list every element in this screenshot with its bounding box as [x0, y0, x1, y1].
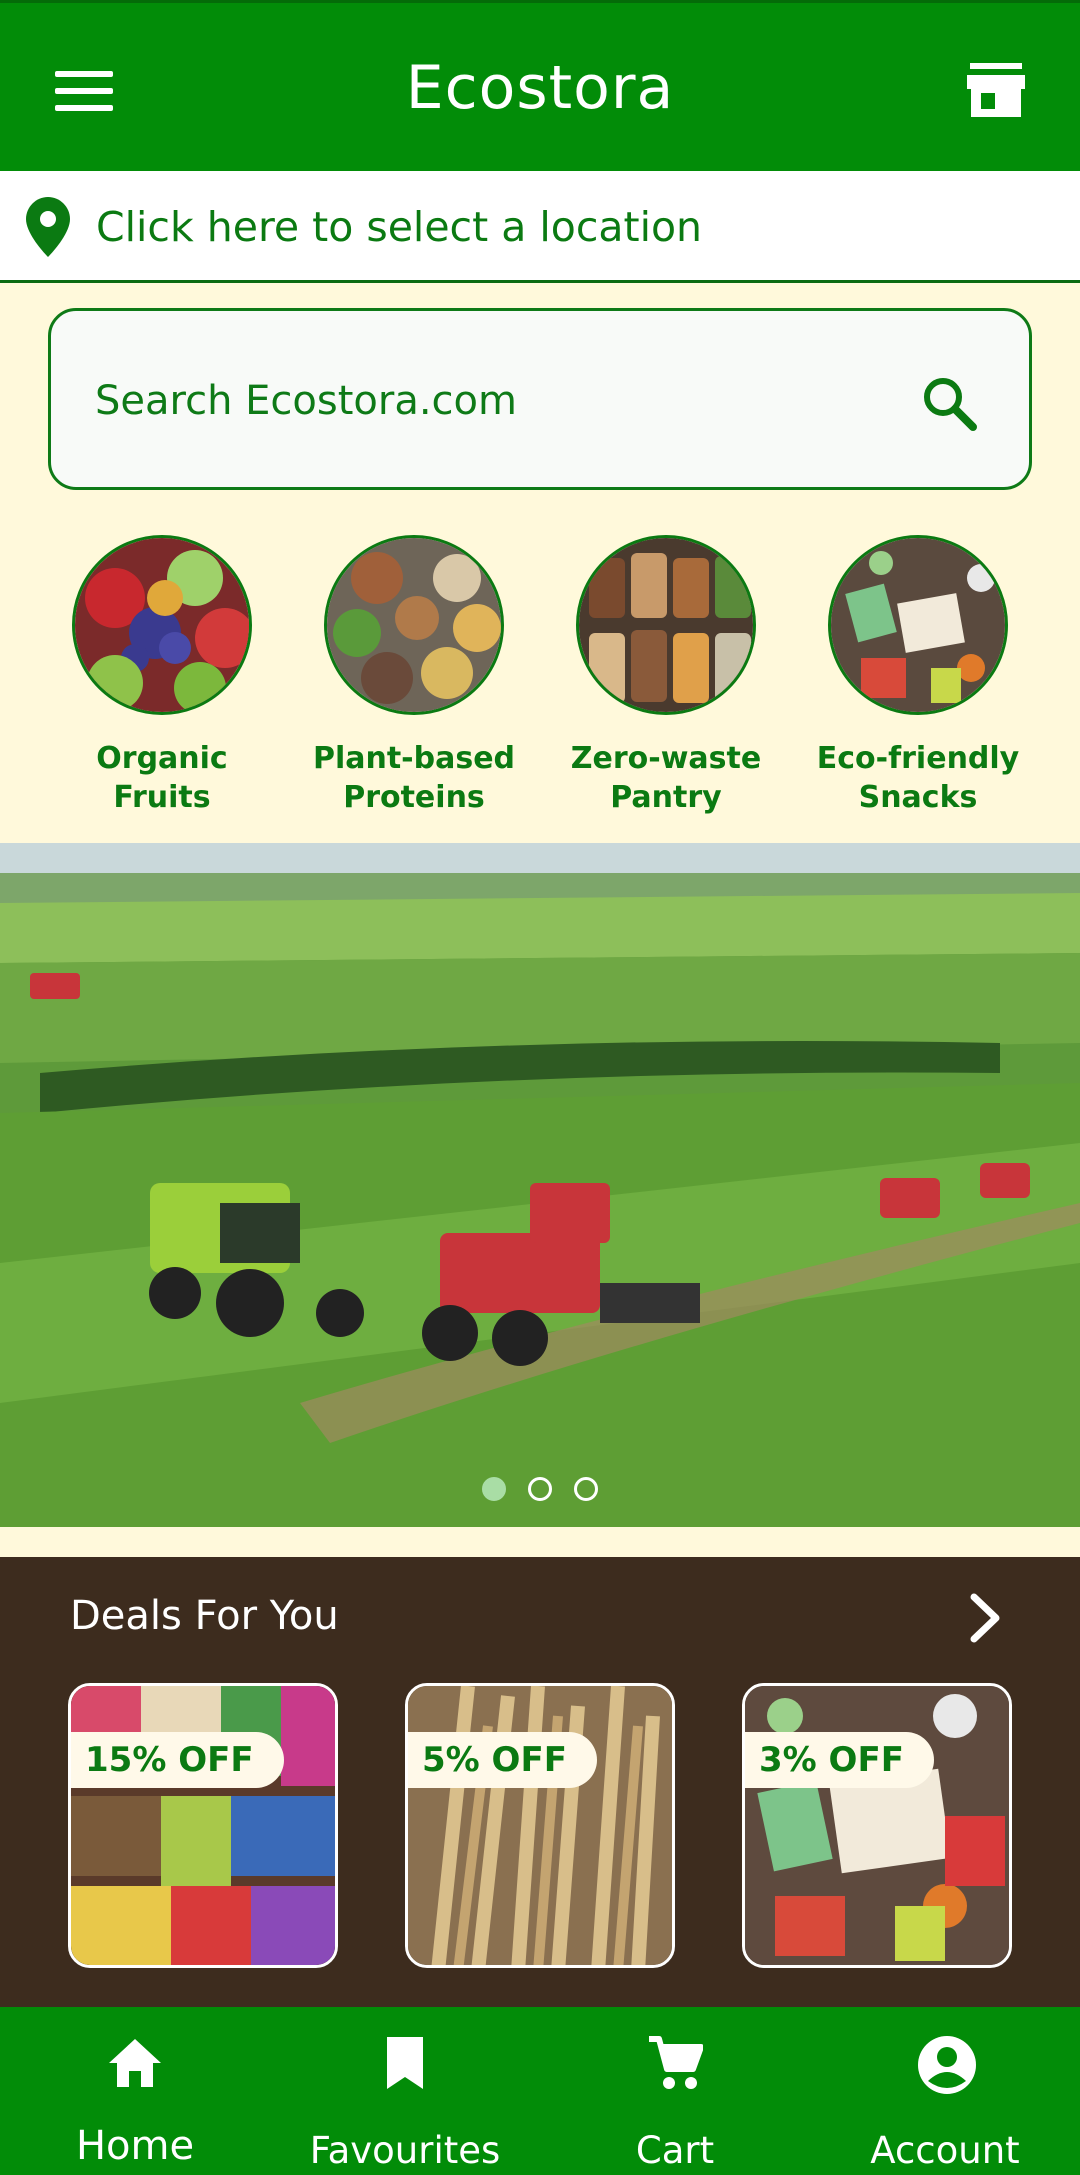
chevron-right-icon[interactable] — [966, 1593, 1006, 1643]
top-app-bar: Ecostora — [0, 0, 1080, 171]
discount-badge: 15% OFF — [71, 1732, 284, 1788]
account-circle-icon — [917, 2035, 976, 2094]
location-pin-icon — [26, 197, 70, 257]
nav-label: Cart — [635, 2129, 715, 2172]
category-plant-based-proteins[interactable]: Plant-based Proteins — [299, 535, 529, 817]
deal-card[interactable]: 15% OFF — [68, 1683, 338, 1968]
eco-snacks-photo — [745, 1686, 1009, 1965]
search-icon[interactable] — [921, 375, 977, 431]
deals-section: Deals For You 15% OFF 5% OFF 3% OFF — [0, 1557, 1080, 2007]
deal-card[interactable]: 5% OFF — [405, 1683, 675, 1968]
carousel-dot-3[interactable] — [574, 1477, 598, 1501]
bookmark-icon — [377, 2035, 433, 2091]
jars-pantry-photo — [576, 535, 756, 715]
tractors-in-green-fields-photo — [0, 843, 1080, 1527]
location-prompt: Click here to select a location — [96, 203, 703, 251]
category-organic-fruits[interactable]: Organic Fruits — [47, 535, 277, 817]
fruits-photo — [72, 535, 252, 715]
nav-home[interactable]: Home — [0, 2007, 270, 2175]
category-label: Eco-friendly Snacks — [816, 741, 1020, 815]
location-selector[interactable]: Click here to select a location — [0, 171, 1080, 283]
grains-legumes-photo — [324, 535, 504, 715]
hero-banner[interactable] — [0, 843, 1080, 1527]
discount-badge: 5% OFF — [408, 1732, 597, 1788]
app-title: Ecostora — [405, 53, 675, 123]
wheat-photo — [408, 1686, 672, 1965]
category-label: Zero-waste Pantry — [570, 741, 762, 815]
deal-card[interactable]: 3% OFF — [742, 1683, 1012, 1968]
nav-label: Home — [75, 2123, 195, 2169]
search-box — [48, 308, 1032, 490]
nav-label: Favourites — [309, 2129, 501, 2172]
snack-bags-photo — [71, 1686, 335, 1965]
category-zero-waste-pantry[interactable]: Zero-waste Pantry — [551, 535, 781, 817]
category-label: Organic Fruits — [96, 741, 228, 815]
nav-account[interactable]: Account — [810, 2007, 1080, 2175]
storefront-icon[interactable] — [967, 63, 1025, 117]
carousel-dot-2[interactable] — [528, 1477, 552, 1501]
search-input[interactable] — [95, 371, 895, 431]
category-eco-friendly-snacks[interactable]: Eco-friendly Snacks — [803, 535, 1033, 817]
cart-icon — [647, 2035, 704, 2091]
nav-favourites[interactable]: Favourites — [270, 2007, 540, 2175]
nav-label: Account — [870, 2129, 1020, 2172]
home-icon — [107, 2035, 163, 2091]
discount-badge: 3% OFF — [745, 1732, 934, 1788]
carousel-indicators — [0, 1477, 1080, 1505]
deals-title: Deals For You — [70, 1593, 339, 1639]
carousel-dot-1[interactable] — [482, 1477, 506, 1501]
category-label: Plant-based Proteins — [312, 741, 516, 815]
bottom-navigation: Home Favourites Cart Account — [0, 2007, 1080, 2175]
snack-packages-photo — [828, 535, 1008, 715]
nav-cart[interactable]: Cart — [540, 2007, 810, 2175]
